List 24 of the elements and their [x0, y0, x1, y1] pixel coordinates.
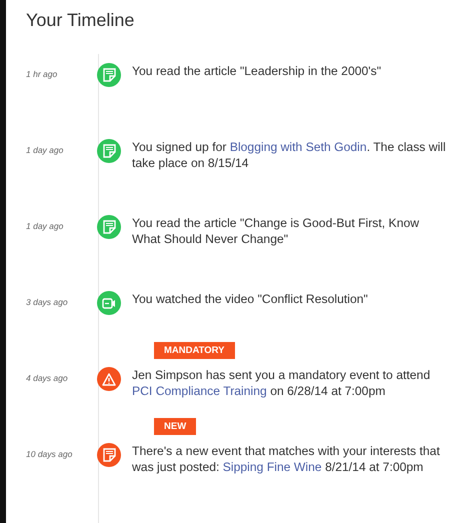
event-time: 10 days ago: [26, 448, 74, 461]
event-text: You read the article "Change is Good-But First, Know What Should Never Change": [132, 215, 420, 247]
event-time: 1 day ago: [26, 144, 64, 157]
document-icon: [102, 144, 116, 158]
event-time: 3 days ago: [26, 296, 69, 309]
warning-icon: [102, 372, 116, 386]
event-badge: NEW: [154, 418, 196, 435]
page-title: Your Timeline: [26, 9, 136, 32]
document-icon: [102, 220, 116, 234]
event-link[interactable]: Sipping Fine Wine: [222, 460, 322, 474]
event-badge: MANDATORY: [154, 342, 235, 359]
event-time: 1 day ago: [26, 220, 64, 233]
document-icon: [102, 448, 116, 462]
event-text: There's a new event that matches with your interests that was just posted: Sipping Fine Wine 8/21/14 at 7:00pm: [132, 443, 441, 475]
event-text: You read the article "Leadership in the 2000's": [132, 63, 382, 79]
event-time: 1 hr ago: [26, 68, 58, 81]
event-text: You signed up for Blogging with Seth Godin. The class will take place on 8/15/14: [132, 139, 447, 171]
event-link[interactable]: Blogging with Seth Godin: [230, 140, 367, 154]
video-camera-icon: [102, 298, 116, 308]
event-time: 4 days ago: [26, 372, 69, 385]
event-link[interactable]: PCI Compliance Training: [132, 384, 267, 398]
event-text: Jen Simpson has sent you a mandatory event to attend PCI Compliance Training on 6/28/14 at 7:00pm: [132, 367, 432, 399]
event-text: You watched the video "Conflict Resolution": [132, 291, 369, 307]
document-icon: [102, 68, 116, 82]
